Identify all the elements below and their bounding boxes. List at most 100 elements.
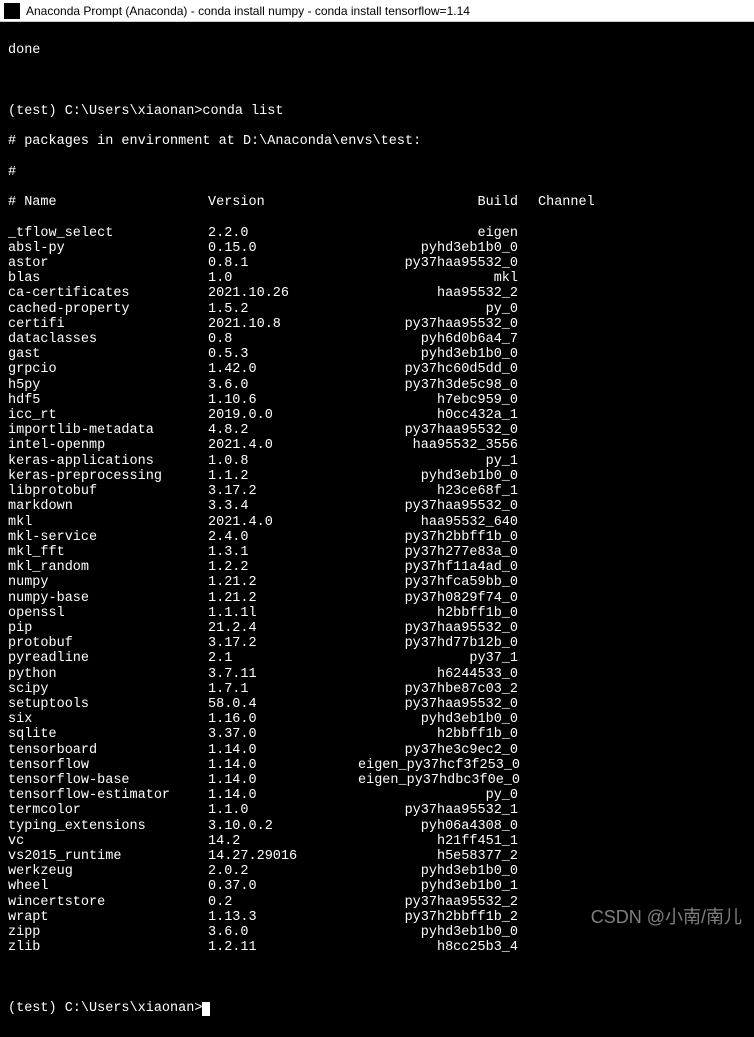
package-name: tensorboard: [8, 743, 208, 758]
package-version: 3.17.2: [208, 636, 358, 651]
package-name: termcolor: [8, 803, 208, 818]
package-channel: [518, 378, 538, 393]
package-build: pyhd3eb1b0_0: [358, 712, 518, 727]
package-row: astor0.8.1py37haa95532_0: [8, 256, 746, 271]
package-name: astor: [8, 256, 208, 271]
package-channel: [518, 317, 538, 332]
package-build: py37haa95532_0: [358, 256, 518, 271]
package-name: wrapt: [8, 910, 208, 925]
package-name: tensorflow-base: [8, 773, 208, 788]
header-row: # Name Version Build Channel: [8, 195, 746, 210]
header-channel: Channel: [518, 195, 595, 210]
package-build: pyhd3eb1b0_0: [358, 925, 518, 940]
package-name: scipy: [8, 682, 208, 697]
package-name: mkl-service: [8, 530, 208, 545]
package-version: 0.2: [208, 895, 358, 910]
package-channel: [518, 621, 538, 636]
package-name: gast: [8, 347, 208, 362]
package-name: sqlite: [8, 727, 208, 742]
package-build: py37haa95532_0: [358, 697, 518, 712]
package-channel: [518, 819, 538, 834]
package-row: protobuf3.17.2py37hd77b12b_0: [8, 636, 746, 651]
package-build: py37hf11a4ad_0: [358, 560, 518, 575]
package-channel: [518, 256, 538, 271]
package-version: 1.2.11: [208, 940, 358, 955]
package-row: numpy-base1.21.2py37h0829f74_0: [8, 591, 746, 606]
package-channel: [518, 606, 538, 621]
package-name: mkl: [8, 515, 208, 530]
package-row: zlib1.2.11h8cc25b3_4: [8, 940, 746, 955]
package-name: markdown: [8, 499, 208, 514]
package-row: gast0.5.3pyhd3eb1b0_0: [8, 347, 746, 362]
package-name: mkl_fft: [8, 545, 208, 560]
header-name: # Name: [8, 195, 208, 210]
package-name: setuptools: [8, 697, 208, 712]
package-channel: [518, 454, 538, 469]
package-build: pyh06a4308_0: [358, 819, 518, 834]
package-version: 0.5.3: [208, 347, 358, 362]
package-row: tensorflow1.14.0eigen_py37hcf3f253_0: [8, 758, 746, 773]
package-row: scipy1.7.1py37hbe87c03_2: [8, 682, 746, 697]
package-row: pyreadline2.1py37_1: [8, 651, 746, 666]
package-channel: [518, 667, 538, 682]
package-channel: [518, 226, 538, 241]
package-channel: [518, 834, 538, 849]
package-channel: [518, 697, 538, 712]
package-version: 1.1.2: [208, 469, 358, 484]
package-channel: [518, 302, 538, 317]
package-row: numpy1.21.2py37hfca59bb_0: [8, 575, 746, 590]
package-name: intel-openmp: [8, 438, 208, 453]
package-version: 2.0.2: [208, 864, 358, 879]
cursor: [202, 1002, 210, 1016]
package-channel: [518, 712, 538, 727]
package-row: tensorflow-estimator1.14.0py_0: [8, 788, 746, 803]
package-build: py37hd77b12b_0: [358, 636, 518, 651]
package-row: zipp3.6.0pyhd3eb1b0_0: [8, 925, 746, 940]
package-name: grpcio: [8, 362, 208, 377]
package-row: cached-property1.5.2py_0: [8, 302, 746, 317]
package-build: pyhd3eb1b0_0: [358, 864, 518, 879]
package-build: py37he3c9ec2_0: [358, 743, 518, 758]
output-blank: [8, 74, 746, 89]
package-version: 2021.4.0: [208, 515, 358, 530]
package-channel: [518, 347, 538, 362]
package-name: h5py: [8, 378, 208, 393]
package-version: 2019.0.0: [208, 408, 358, 423]
package-name: tensorflow-estimator: [8, 788, 208, 803]
package-version: 1.42.0: [208, 362, 358, 377]
package-channel: [518, 332, 538, 347]
package-build: h7ebc959_0: [358, 393, 518, 408]
package-version: 2021.10.8: [208, 317, 358, 332]
package-build: py37hc60d5dd_0: [358, 362, 518, 377]
package-name: importlib-metadata: [8, 423, 208, 438]
package-channel: [518, 423, 538, 438]
package-name: werkzeug: [8, 864, 208, 879]
package-channel: [518, 530, 538, 545]
package-version: 2.1: [208, 651, 358, 666]
package-build: py37hbe87c03_2: [358, 682, 518, 697]
package-channel: [518, 499, 538, 514]
header-build: Build: [358, 195, 518, 210]
package-version: 1.5.2: [208, 302, 358, 317]
comment-line: # packages in environment at D:\Anaconda…: [8, 134, 746, 149]
package-version: 0.15.0: [208, 241, 358, 256]
package-row: importlib-metadata4.8.2py37haa95532_0: [8, 423, 746, 438]
package-version: 1.10.6: [208, 393, 358, 408]
package-channel: [518, 271, 538, 286]
package-name: pyreadline: [8, 651, 208, 666]
package-build: py37haa95532_0: [358, 621, 518, 636]
package-name: cached-property: [8, 302, 208, 317]
package-build: pyhd3eb1b0_0: [358, 241, 518, 256]
package-row: werkzeug2.0.2pyhd3eb1b0_0: [8, 864, 746, 879]
package-version: 0.37.0: [208, 879, 358, 894]
terminal-output[interactable]: done (test) C:\Users\xiaonan>conda list …: [0, 22, 754, 1037]
package-channel: [518, 879, 538, 894]
package-version: 0.8.1: [208, 256, 358, 271]
package-name: numpy: [8, 575, 208, 590]
package-name: hdf5: [8, 393, 208, 408]
package-version: 3.17.2: [208, 484, 358, 499]
package-row: hdf51.10.6h7ebc959_0: [8, 393, 746, 408]
package-row: mkl_fft1.3.1py37h277e83a_0: [8, 545, 746, 560]
package-build: pyh6d0b6a4_7: [358, 332, 518, 347]
package-version: 1.1.1l: [208, 606, 358, 621]
